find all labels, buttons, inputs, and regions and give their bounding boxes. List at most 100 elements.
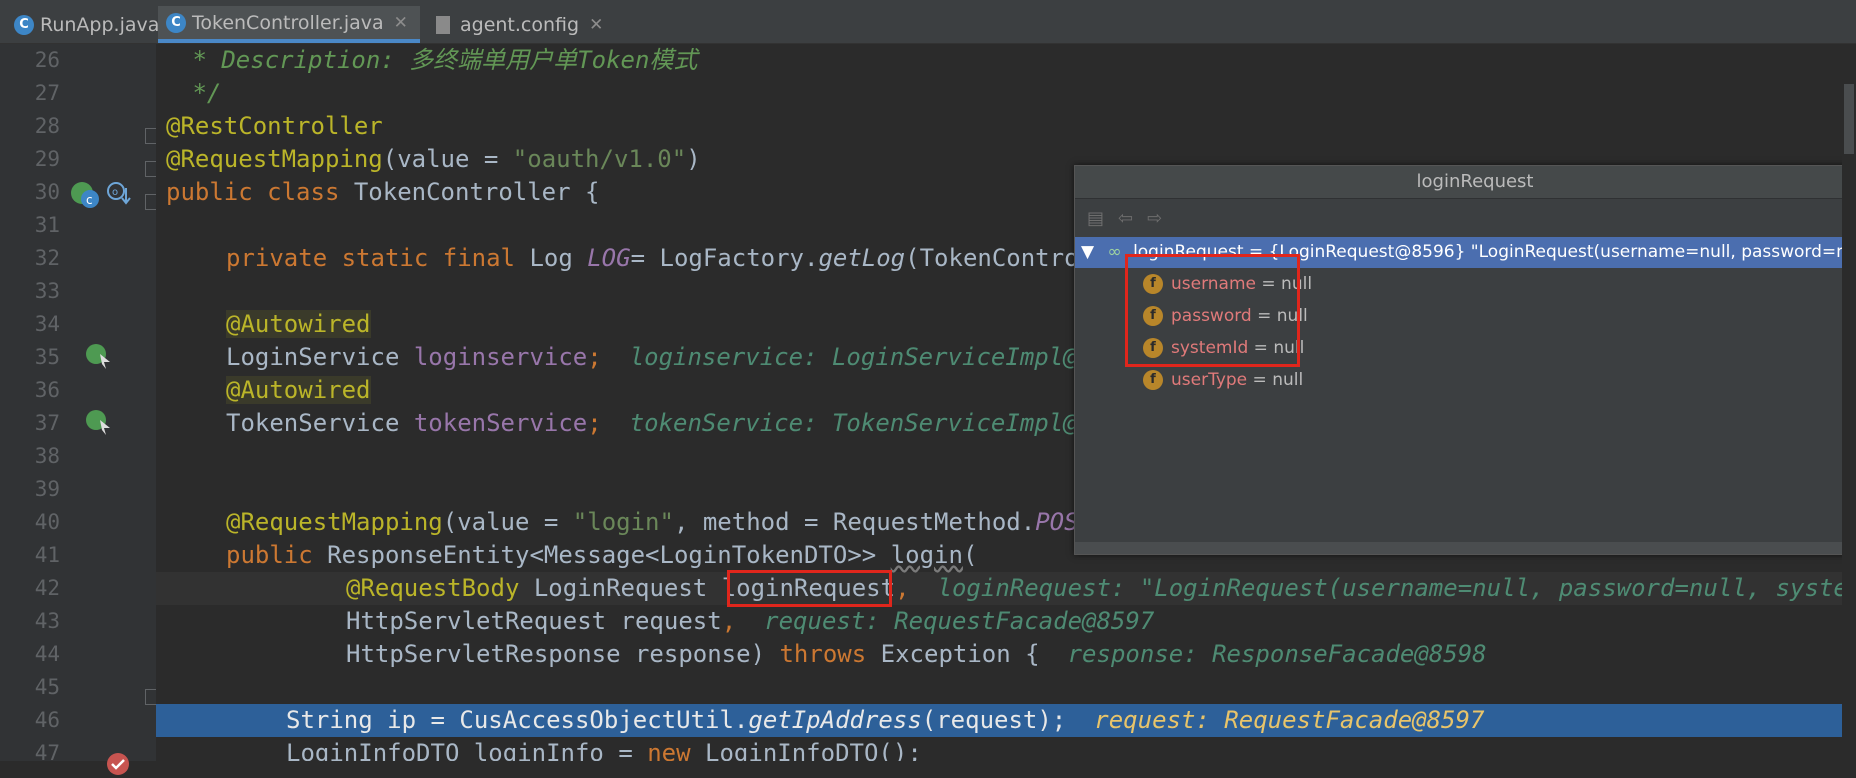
field-name: userType <box>1171 370 1248 390</box>
annotation: @RestController <box>166 112 383 140</box>
keyword: ; <box>587 409 602 437</box>
highlight-box <box>727 570 892 607</box>
method-name: login <box>890 541 963 569</box>
code-text: = LogFactory. <box>630 244 819 272</box>
code-line-29: @RequestMapping(value = "oauth/v1.0") <box>166 143 701 176</box>
line-number: 43 <box>34 609 60 633</box>
doc-comment: * Description: 多终端单用户单Token模式 <box>178 46 698 74</box>
line-number: 30 <box>34 180 60 204</box>
code-line-46: String ip = CusAccessObjectUtil.getIpAdd… <box>286 704 1484 737</box>
code-line-42: @RequestBody LoginRequest loginRequest, l… <box>346 572 1856 605</box>
code-text: , method = RequestMethod. <box>673 508 1036 536</box>
line-number: 37 <box>34 411 60 435</box>
code-text: Exception { <box>880 640 1040 668</box>
tab-label: TokenController.java <box>192 11 384 34</box>
inline-debug-value: request: RequestFacade@8597 <box>764 607 1155 635</box>
static-field: LOG <box>587 244 631 272</box>
static-method: getLog <box>818 244 906 272</box>
autowired-bean-icon[interactable] <box>84 408 116 438</box>
line-number: 38 <box>34 444 60 468</box>
svg-text:c: c <box>86 193 93 207</box>
line-number: 27 <box>34 81 60 105</box>
tab-tokencontroller[interactable]: C TokenController.java ✕ <box>158 6 420 43</box>
folder-icon[interactable]: ▤ <box>1087 208 1104 229</box>
field-name: tokenService <box>413 409 588 437</box>
inline-debug-value: loginservice: LoginServiceImpl@8599 <box>629 343 1136 371</box>
code-line-27: */ <box>178 77 221 110</box>
code-text: ) <box>686 145 701 173</box>
line-number: 34 <box>34 312 60 336</box>
keyword: throws <box>779 640 881 668</box>
line-number: 46 <box>34 708 60 732</box>
svg-text:o: o <box>112 187 118 198</box>
scrollbar-thumb[interactable] <box>1844 84 1854 154</box>
code-text: TokenController { <box>353 178 600 206</box>
variable-inspector-popup[interactable]: loginRequest ▤ ⇦ ⇨ ▼ ∞ loginRequest = {L… <box>1074 165 1856 555</box>
code-text: HttpServletResponse response) <box>346 640 780 668</box>
line-number: 44 <box>34 642 60 666</box>
code-text: ResponseEntity<Message<LoginTokenDTO>> <box>327 541 891 569</box>
line-number: 41 <box>34 543 60 567</box>
inline-debug-value: request: RequestFacade@8597 <box>1094 706 1485 734</box>
breakpoint-icon[interactable] <box>106 752 132 778</box>
forward-arrow-icon[interactable]: ⇨ <box>1147 208 1162 229</box>
keyword: public class <box>166 178 354 206</box>
field-name: loginservice <box>413 343 588 371</box>
line-number: 35 <box>34 345 60 369</box>
line-number: 45 <box>34 675 60 699</box>
line-number: 36 <box>34 378 60 402</box>
expand-arrow-icon[interactable]: ▼ <box>1081 242 1094 262</box>
editor-gutter[interactable]: 26 27 28 29 30 31 32 33 34 35 36 37 38 3… <box>0 44 161 775</box>
line-number: 29 <box>34 147 60 171</box>
inline-debug-value: response: ResponseFacade@8598 <box>1067 640 1487 668</box>
keyword: new <box>647 739 706 761</box>
code-text: HttpServletRequest request <box>346 607 722 635</box>
spring-bean-icon[interactable]: c <box>68 180 104 210</box>
code-line-40: @RequestMapping(value = "login", method … <box>226 506 1107 539</box>
autowired-bean-icon[interactable] <box>84 342 116 372</box>
code-text: LoginInfoDTO(); <box>705 739 922 761</box>
code-text: (value = <box>382 145 513 173</box>
line-number: 26 <box>34 48 60 72</box>
keyword: ; <box>587 343 602 371</box>
keyword: public <box>226 541 328 569</box>
string-literal: "login" <box>572 508 674 536</box>
code-line-47: LoginInfoDTO loginInfo = new LoginInfoDT… <box>286 737 922 761</box>
code-text: TokenService <box>226 409 414 437</box>
code-text: Log <box>529 244 588 272</box>
java-class-icon: C <box>166 12 186 33</box>
string-literal: "oauth/v1.0" <box>512 145 687 173</box>
line-number: 47 <box>34 741 60 765</box>
editor-tab-bar: C RunApp.java ✕ C TokenController.java ✕… <box>0 0 1856 44</box>
inline-debug-value: loginRequest: "LoginRequest(username=nul… <box>937 574 1856 602</box>
code-line-35: LoginService loginservice; loginservice: … <box>226 341 1135 374</box>
editor-scrollbar[interactable] <box>1842 44 1856 761</box>
code-text: LoginInfoDTO loginInfo = <box>286 739 648 761</box>
tab-agent-config[interactable]: agent.config ✕ <box>436 6 603 43</box>
close-icon[interactable]: ✕ <box>589 15 603 35</box>
code-text: String ip = CusAccessObjectUtil. <box>286 706 749 734</box>
line-number: 28 <box>34 114 60 138</box>
horizontal-scrollbar[interactable] <box>1075 542 1856 554</box>
highlight-box <box>1125 254 1300 367</box>
annotation: @RequestBody <box>346 574 534 602</box>
tree-field-row[interactable]: f userType = null <box>1075 364 1856 396</box>
field-value: = null <box>1252 370 1304 390</box>
back-arrow-icon[interactable]: ⇦ <box>1118 208 1133 229</box>
close-icon[interactable]: ✕ <box>394 13 408 33</box>
code-line-34: @Autowired <box>226 308 371 341</box>
code-line-30: public class TokenController { <box>166 176 599 209</box>
code-line-28: @RestController <box>166 110 383 143</box>
code-line-36: @Autowired <box>226 374 371 407</box>
annotation: @Autowired <box>226 310 371 338</box>
line-number: 42 <box>34 576 60 600</box>
inline-debug-value: tokenService: TokenServiceImpl@8600 <box>629 409 1136 437</box>
code-text: (value = <box>442 508 573 536</box>
line-number: 32 <box>34 246 60 270</box>
popup-title: loginRequest <box>1075 166 1856 199</box>
keyword: , <box>895 574 910 602</box>
annotation: @RequestMapping <box>166 145 383 173</box>
override-marker-icon[interactable]: o <box>106 180 132 208</box>
code-line-26: * Description: 多终端单用户单Token模式 <box>178 44 697 77</box>
keyword: private static final <box>226 244 530 272</box>
